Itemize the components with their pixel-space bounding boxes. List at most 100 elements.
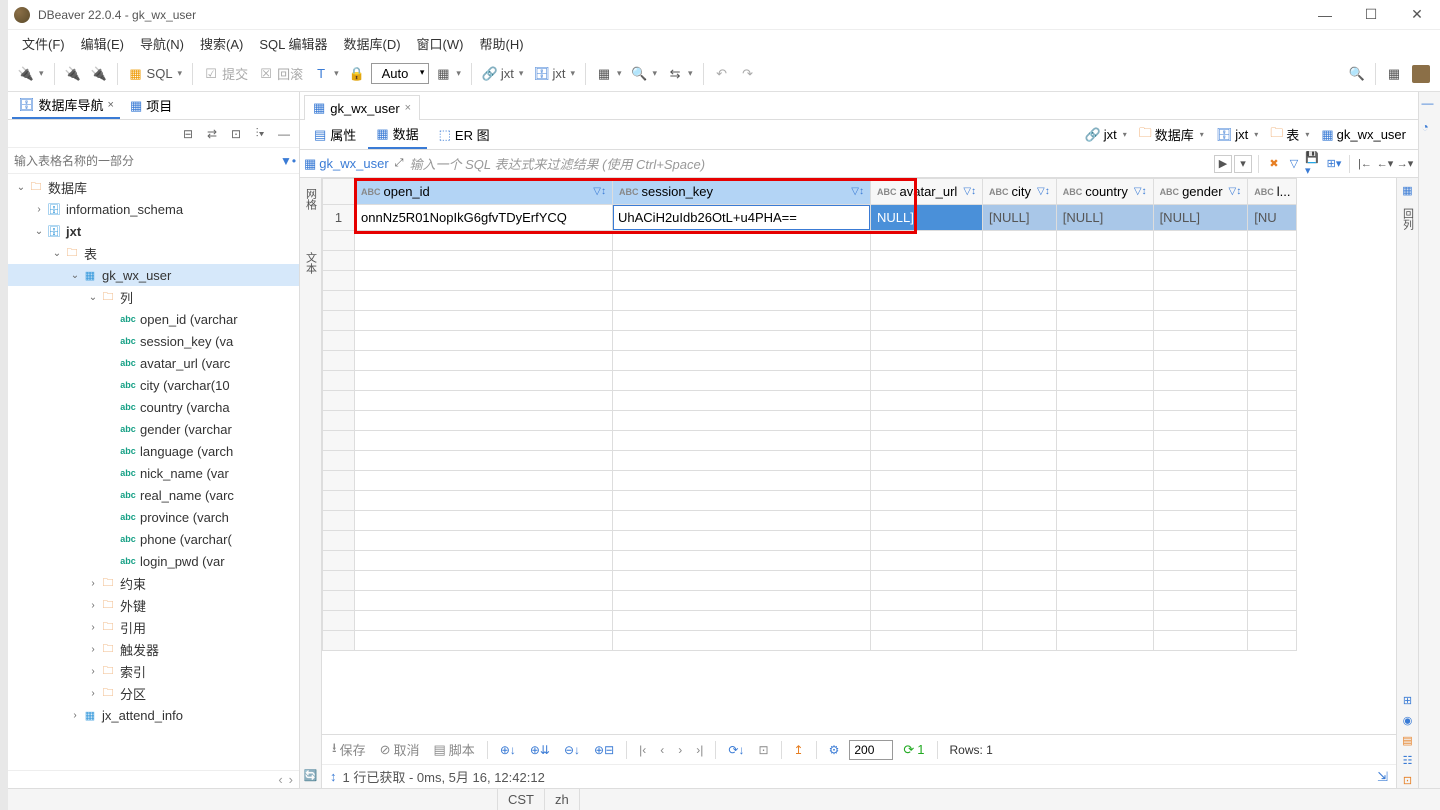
datasource-combo[interactable]: 🔗jxt	[478, 63, 528, 85]
dbeaver-logo-button[interactable]	[1408, 62, 1434, 86]
dashboard-icon[interactable]: ◔	[1422, 120, 1438, 136]
menu-help[interactable]: 帮助(H)	[473, 31, 529, 56]
menu-database[interactable]: 数据库(D)	[338, 31, 407, 56]
rollback-button[interactable]: ☒回滚	[254, 61, 307, 86]
cell-avatar-url[interactable]: NULL]	[871, 205, 983, 231]
cell-open-id[interactable]: onnNz5R01NopIkG6gfvTDyErfYCQ	[355, 205, 613, 231]
commit-button[interactable]: ☑提交	[199, 61, 252, 86]
subtab-er[interactable]: ⬚ER 图	[431, 121, 498, 148]
export-result-button[interactable]: ⇲	[1377, 769, 1388, 785]
cell-editor-input[interactable]	[613, 205, 870, 230]
filter-clear-button[interactable]: ✖	[1265, 155, 1283, 173]
col-header-gender[interactable]: ABCgender▽↕	[1153, 179, 1248, 205]
nav-min-button[interactable]: —	[273, 123, 295, 145]
del-row-button[interactable]: ⊖↓	[560, 741, 584, 759]
connect-button[interactable]: 🔌	[61, 63, 85, 85]
col-header-country[interactable]: ABCcountry▽↕	[1056, 179, 1153, 205]
maximize-button[interactable]: ☐	[1348, 0, 1394, 30]
export-button[interactable]: ↥	[790, 741, 808, 759]
crumb-connection[interactable]: 🔗jxt	[1079, 125, 1133, 145]
close-icon[interactable]: ×	[405, 102, 411, 114]
filter-input[interactable]: 输入一个 SQL 表达式来过滤结果 (使用 Ctrl+Space)	[409, 154, 1208, 173]
crumb-tables[interactable]: 🗀表	[1264, 122, 1315, 148]
nav-tree[interactable]: 🗀数据库 🗄information_schema 🗄jxt 🗀表 ▦gk_wx_…	[8, 174, 299, 770]
minimize-view-button[interactable]: —	[1422, 96, 1438, 112]
panel-calc-button[interactable]: ▤	[1400, 732, 1416, 748]
page-size-input[interactable]	[849, 740, 893, 760]
nav-tab-projects[interactable]: ▦项目	[124, 93, 178, 118]
vtab-columns[interactable]: 回列	[1400, 202, 1416, 236]
nav-collapse-button[interactable]: ⊟	[177, 123, 199, 145]
menu-window[interactable]: 窗口(W)	[411, 31, 470, 56]
panel-meta-button[interactable]: ⊡	[1400, 772, 1416, 788]
perspective-button[interactable]: ▦	[1382, 63, 1406, 85]
lock-button[interactable]: 🔒	[345, 63, 369, 85]
menu-sql-editor[interactable]: SQL 编辑器	[253, 31, 333, 56]
menu-file[interactable]: 文件(F)	[16, 31, 71, 56]
tx-isolation-button[interactable]: ▦	[431, 63, 465, 85]
schema-combo[interactable]: 🗄jxt	[529, 63, 579, 85]
nav-filter-input[interactable]	[8, 150, 277, 172]
filter-toggle-button[interactable]: ▼•	[277, 154, 299, 168]
subtab-data[interactable]: ▦数据	[368, 120, 426, 149]
add-row-button[interactable]: ⊕↓	[496, 741, 520, 759]
cell-city[interactable]: [NULL]	[983, 205, 1057, 231]
crumb-table[interactable]: ▦gk_wx_user	[1315, 125, 1412, 145]
cell-session-key[interactable]	[613, 205, 871, 231]
nav-refresh-button[interactable]: ⊡	[225, 123, 247, 145]
nav-next-button[interactable]: →▾	[1396, 155, 1414, 173]
nav-tab-database[interactable]: 🗄数据库导航×	[12, 92, 120, 119]
menu-search[interactable]: 搜索(A)	[194, 31, 249, 56]
tree-node-gk-wx-user[interactable]: ▦gk_wx_user	[8, 264, 299, 286]
filter-history-button[interactable]: ▾	[1234, 155, 1252, 173]
last-page-button[interactable]: ›|	[692, 741, 707, 759]
tx-mode-button[interactable]: T	[309, 63, 343, 85]
disconnect-button[interactable]: 🔌	[87, 63, 111, 85]
menu-navigate[interactable]: 导航(N)	[134, 31, 190, 56]
cell-last[interactable]: [NU	[1248, 205, 1297, 231]
subtab-properties[interactable]: ▤属性	[306, 121, 364, 148]
col-header-avatar-url[interactable]: ABCavatar_url▽↕	[871, 179, 983, 205]
new-connection-button[interactable]: 🔌	[14, 63, 48, 85]
toolbar-btn-a[interactable]: ▦	[592, 63, 626, 85]
filter-funnel-button[interactable]: ▽	[1285, 155, 1303, 173]
nav-menu-button[interactable]: ⫶▾	[249, 123, 271, 145]
copy-row-button[interactable]: ⊕⊟	[590, 741, 618, 759]
vtab-record[interactable]: 🔄	[302, 763, 319, 788]
next-page-button[interactable]: ›	[674, 741, 686, 759]
search-button[interactable]: 🔍	[1345, 63, 1369, 85]
filter-save-button[interactable]: 💾▾	[1305, 155, 1323, 173]
expand-filter-button[interactable]: ⤢	[395, 157, 404, 170]
refresh-row-button[interactable]: ⟳↓	[724, 741, 748, 759]
cell-gender[interactable]: [NULL]	[1153, 205, 1248, 231]
data-grid[interactable]: ABCopen_id▽↕ ABCsession_key▽↕ ABCavatar_…	[322, 178, 1396, 734]
dup-row-button[interactable]: ⊕⇊	[526, 741, 554, 759]
toolbar-btn-c[interactable]: ⇆	[663, 63, 697, 85]
close-button[interactable]: ✕	[1394, 0, 1440, 30]
prev-page-button[interactable]: ‹	[656, 741, 668, 759]
col-header-more[interactable]: ABCl...	[1248, 179, 1297, 205]
close-icon[interactable]: ×	[108, 99, 114, 111]
table-row[interactable]: 1 onnNz5R01NopIkG6gfvTDyErfYCQ NULL] [NU…	[323, 205, 1297, 231]
crumb-schema[interactable]: 🗄jxt	[1210, 125, 1265, 145]
corner-cell[interactable]	[323, 179, 355, 205]
auto-commit-combo[interactable]: Auto	[371, 63, 430, 84]
settings-button[interactable]: ⚙	[825, 741, 844, 759]
cell-country[interactable]: [NULL]	[1056, 205, 1153, 231]
nav-prev-button[interactable]: ←▾	[1376, 155, 1394, 173]
nav-link-button[interactable]: ⇄	[201, 123, 223, 145]
panel-globe-button[interactable]: ◉	[1400, 712, 1416, 728]
panel-grid-button[interactable]: ⊞	[1400, 692, 1416, 708]
panel-toggle-button[interactable]: ▦	[1400, 182, 1416, 198]
minimize-button[interactable]: —	[1302, 0, 1348, 30]
toolbar-btn-b[interactable]: 🔍	[628, 63, 662, 85]
filter-apply-button[interactable]: ▶	[1214, 155, 1232, 173]
forward-button[interactable]: ↷	[736, 63, 760, 85]
back-button[interactable]: ↶	[710, 63, 734, 85]
panel-chart-button[interactable]: ☷	[1400, 752, 1416, 768]
fetch-all-button[interactable]: ⟳1	[899, 740, 928, 760]
col-header-session-key[interactable]: ABCsession_key▽↕	[613, 179, 871, 205]
col-header-city[interactable]: ABCcity▽↕	[983, 179, 1057, 205]
cancel-button[interactable]: ⊘取消	[376, 738, 424, 761]
save-button[interactable]: ⭳保存	[328, 737, 370, 763]
